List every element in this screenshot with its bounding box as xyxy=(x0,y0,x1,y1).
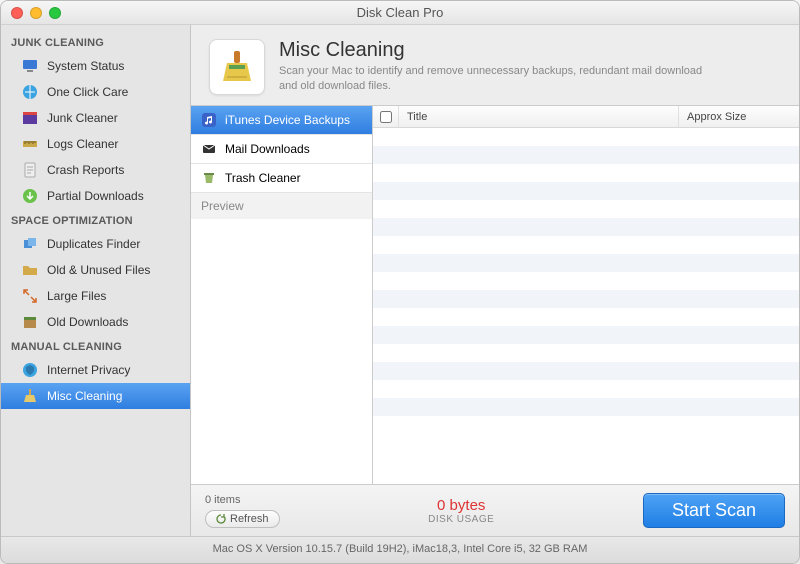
select-all-checkbox[interactable] xyxy=(380,111,392,123)
main-header: Misc Cleaning Scan your Mac to identify … xyxy=(191,25,799,105)
feature-icon-box xyxy=(209,39,265,95)
main-panel: Misc Cleaning Scan your Mac to identify … xyxy=(191,25,799,536)
titlebar: Disk Clean Pro xyxy=(1,1,799,25)
sidebar-item-duplicates-finder[interactable]: Duplicates Finder xyxy=(1,231,190,257)
broom-icon xyxy=(21,387,39,405)
document-icon xyxy=(21,161,39,179)
category-mail-downloads[interactable]: Mail Downloads xyxy=(191,135,372,164)
sidebar-item-partial-downloads[interactable]: Partial Downloads xyxy=(1,183,190,209)
download-icon xyxy=(21,187,39,205)
table-row xyxy=(373,254,799,272)
sidebar: JUNK CLEANING System Status One Click Ca… xyxy=(1,25,191,536)
broom-large-icon xyxy=(217,47,257,87)
maximize-icon xyxy=(21,287,39,305)
section-header-junk: JUNK CLEANING xyxy=(1,31,190,53)
refresh-button[interactable]: Refresh xyxy=(205,510,280,528)
column-checkbox[interactable] xyxy=(373,106,399,127)
category-list: iTunes Device Backups Mail Downloads Tra… xyxy=(191,106,373,484)
sidebar-item-large-files[interactable]: Large Files xyxy=(1,283,190,309)
category-itunes-backups[interactable]: iTunes Device Backups xyxy=(191,106,372,135)
table-row xyxy=(373,200,799,218)
window-title: Disk Clean Pro xyxy=(1,5,799,20)
table-row xyxy=(373,164,799,182)
column-title[interactable]: Title xyxy=(399,106,679,127)
sidebar-item-internet-privacy[interactable]: Internet Privacy xyxy=(1,357,190,383)
close-window-button[interactable] xyxy=(11,7,23,19)
table-row xyxy=(373,182,799,200)
globe-shield-icon xyxy=(21,361,39,379)
sidebar-item-misc-cleaning[interactable]: Misc Cleaning xyxy=(1,383,190,409)
column-approx-size[interactable]: Approx Size xyxy=(679,106,799,127)
sidebar-item-system-status[interactable]: System Status xyxy=(1,53,190,79)
sidebar-item-label: Misc Cleaning xyxy=(47,389,122,403)
table-row xyxy=(373,218,799,236)
results-table: Title Approx Size xyxy=(373,106,799,484)
sidebar-item-label: One Click Care xyxy=(47,85,128,99)
category-trash-cleaner[interactable]: Trash Cleaner xyxy=(191,164,372,193)
table-header: Title Approx Size xyxy=(373,106,799,128)
page-title: Misc Cleaning xyxy=(279,39,719,62)
table-row xyxy=(373,380,799,398)
preview-section-label: Preview xyxy=(191,193,372,219)
sidebar-item-label: Crash Reports xyxy=(47,163,124,177)
sidebar-item-crash-reports[interactable]: Crash Reports xyxy=(1,157,190,183)
sidebar-item-label: Old Downloads xyxy=(47,315,128,329)
start-scan-button[interactable]: Start Scan xyxy=(643,493,785,528)
sidebar-item-old-downloads[interactable]: Old Downloads xyxy=(1,309,190,335)
section-header-space: SPACE OPTIMIZATION xyxy=(1,209,190,231)
box-icon xyxy=(21,313,39,331)
sidebar-item-label: Junk Cleaner xyxy=(47,111,118,125)
table-row xyxy=(373,290,799,308)
sidebar-item-label: Duplicates Finder xyxy=(47,237,140,251)
sidebar-item-label: Partial Downloads xyxy=(47,189,144,203)
refresh-label: Refresh xyxy=(230,513,269,525)
monitor-icon xyxy=(21,57,39,75)
ruler-icon xyxy=(21,135,39,153)
traffic-lights xyxy=(11,7,61,19)
table-row xyxy=(373,308,799,326)
category-label: Trash Cleaner xyxy=(225,171,301,185)
section-header-manual: MANUAL CLEANING xyxy=(1,335,190,357)
clapper-icon xyxy=(21,109,39,127)
zoom-window-button[interactable] xyxy=(49,7,61,19)
table-row xyxy=(373,344,799,362)
sidebar-item-label: Large Files xyxy=(47,289,106,303)
trash-icon xyxy=(201,170,217,186)
table-row xyxy=(373,362,799,380)
sidebar-item-label: System Status xyxy=(47,59,124,73)
mail-icon xyxy=(201,141,217,157)
table-row xyxy=(373,326,799,344)
table-row xyxy=(373,272,799,290)
disk-usage-value: 0 bytes xyxy=(437,497,485,514)
disk-usage-label: DISK USAGE xyxy=(428,514,494,525)
table-row xyxy=(373,128,799,146)
status-bar: Mac OS X Version 10.15.7 (Build 19H2), i… xyxy=(1,536,799,563)
table-row xyxy=(373,236,799,254)
sidebar-item-logs-cleaner[interactable]: Logs Cleaner xyxy=(1,131,190,157)
items-count: 0 items xyxy=(205,494,280,506)
minimize-window-button[interactable] xyxy=(30,7,42,19)
page-description: Scan your Mac to identify and remove unn… xyxy=(279,64,719,94)
folder-icon xyxy=(21,261,39,279)
category-label: iTunes Device Backups xyxy=(225,113,350,127)
globe-icon xyxy=(21,83,39,101)
music-icon xyxy=(201,112,217,128)
refresh-icon xyxy=(216,514,226,524)
footer-bar: 0 items Refresh 0 bytes DISK USAGE Start… xyxy=(191,484,799,536)
sidebar-item-label: Old & Unused Files xyxy=(47,263,150,277)
table-row xyxy=(373,398,799,416)
category-label: Mail Downloads xyxy=(225,142,310,156)
duplicates-icon xyxy=(21,235,39,253)
app-window: Disk Clean Pro JUNK CLEANING System Stat… xyxy=(0,0,800,564)
sidebar-item-label: Logs Cleaner xyxy=(47,137,118,151)
table-row xyxy=(373,416,799,434)
sidebar-item-label: Internet Privacy xyxy=(47,363,130,377)
sidebar-item-junk-cleaner[interactable]: Junk Cleaner xyxy=(1,105,190,131)
table-row xyxy=(373,146,799,164)
sidebar-item-old-unused-files[interactable]: Old & Unused Files xyxy=(1,257,190,283)
sidebar-item-one-click-care[interactable]: One Click Care xyxy=(1,79,190,105)
table-body xyxy=(373,128,799,484)
